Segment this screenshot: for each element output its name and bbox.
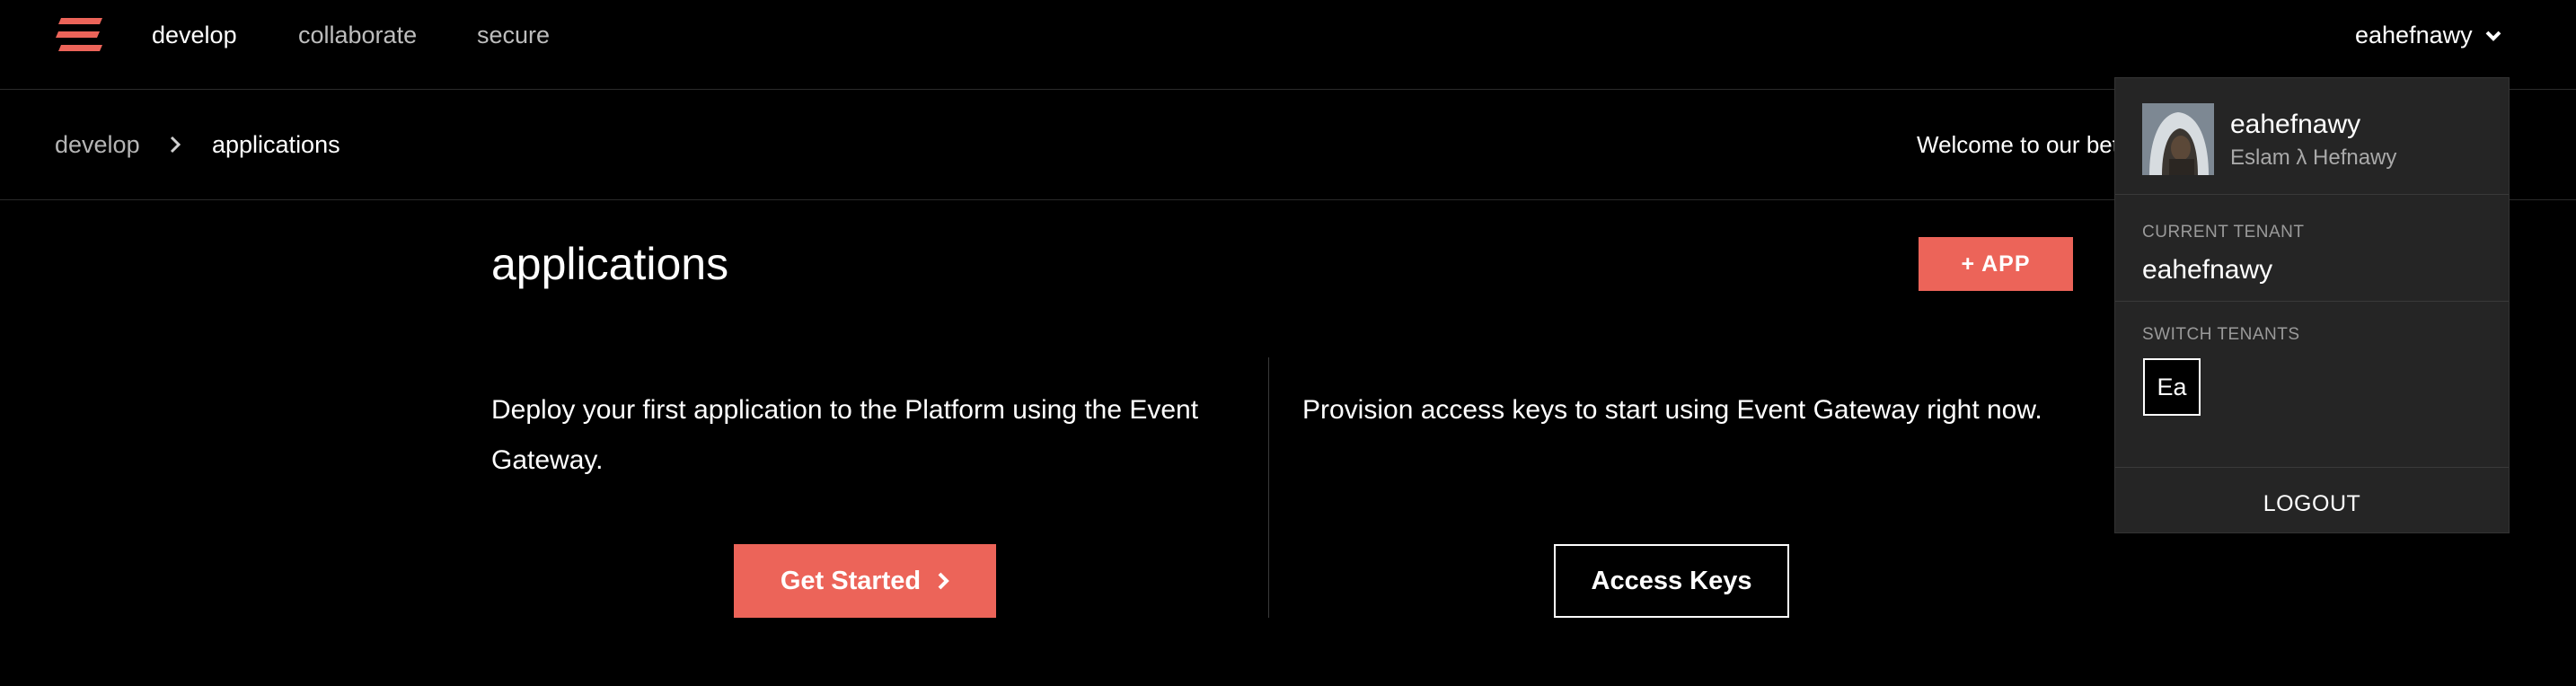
tenant-switch-ea[interactable]: Ea	[2143, 358, 2201, 416]
dropdown-fullname: Eslam λ Hefnawy	[2230, 145, 2397, 170]
breadcrumb-applications: applications	[212, 131, 340, 158]
column-divider	[1268, 357, 1269, 618]
deploy-description: Deploy your first application to the Pla…	[491, 395, 1199, 475]
user-dropdown: eahefnawy Eslam λ Hefnawy CURRENT TENANT…	[2114, 77, 2510, 533]
top-nav: develop collaborate secure eahefnawy	[0, 0, 2576, 90]
get-started-label: Get Started	[780, 566, 922, 595]
current-tenant-name: eahefnawy	[2142, 255, 2273, 285]
switch-tenants-label: SWITCH TENANTS	[2142, 325, 2300, 344]
dropdown-divider	[2115, 467, 2509, 468]
chevron-right-icon	[938, 572, 949, 590]
serverless-logo-icon[interactable]	[56, 18, 102, 52]
dropdown-username: eahefnawy	[2230, 110, 2361, 139]
nav-collaborate[interactable]: collaborate	[298, 20, 417, 50]
chevron-down-icon	[2485, 31, 2501, 41]
dropdown-divider	[2115, 301, 2509, 302]
access-keys-description: Provision access keys to start using Eve…	[1302, 395, 2042, 425]
access-keys-button[interactable]: Access Keys	[1554, 544, 1789, 618]
nav-develop[interactable]: develop	[152, 20, 237, 50]
dropdown-user-header: eahefnawy Eslam λ Hefnawy	[2115, 78, 2509, 195]
add-app-button[interactable]: + APP	[1919, 237, 2073, 291]
breadcrumb-develop[interactable]: develop	[55, 129, 140, 160]
user-menu-toggle[interactable]: eahefnawy	[2355, 20, 2501, 50]
user-menu-label: eahefnawy	[2355, 21, 2473, 48]
avatar	[2142, 103, 2214, 175]
welcome-text: Welcome to our beta	[1917, 131, 2114, 158]
get-started-button[interactable]: Get Started	[734, 544, 996, 618]
chevron-right-icon	[170, 136, 181, 154]
nav-secure[interactable]: secure	[477, 20, 550, 50]
logout-button[interactable]: LOGOUT	[2115, 477, 2509, 531]
page-title: applications	[491, 239, 729, 289]
current-tenant-label: CURRENT TENANT	[2142, 223, 2305, 242]
